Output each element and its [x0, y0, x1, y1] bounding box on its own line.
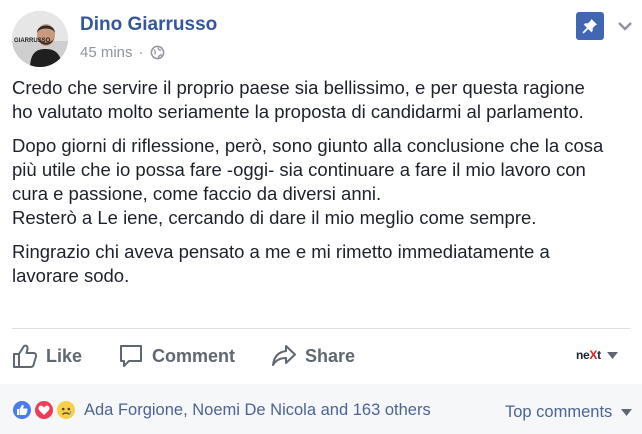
reaction-icons[interactable]: [11, 399, 81, 421]
comment-button[interactable]: Comment: [118, 342, 235, 370]
avatar[interactable]: GIARRUSSO: [12, 11, 68, 67]
reactions-footer: Ada Forgione, Noemi De Nicola and 163 ot…: [0, 384, 642, 434]
avatar-image: GIARRUSSO: [12, 11, 68, 67]
post-options-chevron-icon[interactable]: [617, 20, 633, 32]
next-logo-prefix: ne: [576, 348, 590, 362]
post-actions: Like Comment Share ne Xt: [0, 332, 642, 380]
top-comments-dropdown[interactable]: Top comments: [505, 403, 633, 422]
like-button[interactable]: Like: [12, 342, 82, 370]
caret-down-icon: [606, 351, 618, 359]
post-timestamp[interactable]: 45 mins: [80, 44, 133, 61]
next-logo-accent: X: [589, 348, 598, 362]
divider: [12, 328, 630, 329]
post-paragraph: Credo che servire il proprio paese sia b…: [12, 77, 585, 122]
caret-down-icon: [621, 409, 633, 416]
comment-icon: [120, 345, 142, 367]
meta-separator: ·: [138, 44, 144, 61]
post-paragraph: Dopo giorni di riflessione, però, sono g…: [12, 135, 604, 228]
next-logo[interactable]: ne Xt: [576, 348, 618, 362]
svg-text:GIARRUSSO: GIARRUSSO: [14, 38, 51, 44]
like-reaction-icon: [11, 399, 33, 421]
post-header: GIARRUSSO Dino Giarrusso 45 mins ·: [0, 0, 642, 72]
next-logo-suffix: t: [597, 348, 601, 362]
pin-icon: [582, 19, 597, 34]
sad-reaction-icon: [55, 399, 77, 421]
pin-button[interactable]: [576, 12, 604, 40]
globe-icon[interactable]: [150, 45, 165, 60]
top-comments-label: Top comments: [505, 403, 613, 421]
love-reaction-icon: [33, 399, 55, 421]
reactors-text[interactable]: Ada Forgione, Noemi De Nicola and 163 ot…: [84, 401, 431, 420]
thumbs-up-icon: [13, 344, 38, 368]
share-label: Share: [305, 345, 356, 366]
share-icon: [272, 345, 296, 366]
share-button[interactable]: Share: [271, 342, 355, 370]
post-paragraph: Ringrazio chi aveva pensato a me e mi ri…: [12, 241, 550, 286]
post-body: Credo che servire il proprio paese sia b…: [12, 76, 632, 298]
comment-label: Comment: [152, 345, 236, 366]
like-label: Like: [46, 345, 83, 366]
post-meta: 45 mins ·: [80, 44, 165, 61]
author-name[interactable]: Dino Giarrusso: [80, 14, 217, 36]
